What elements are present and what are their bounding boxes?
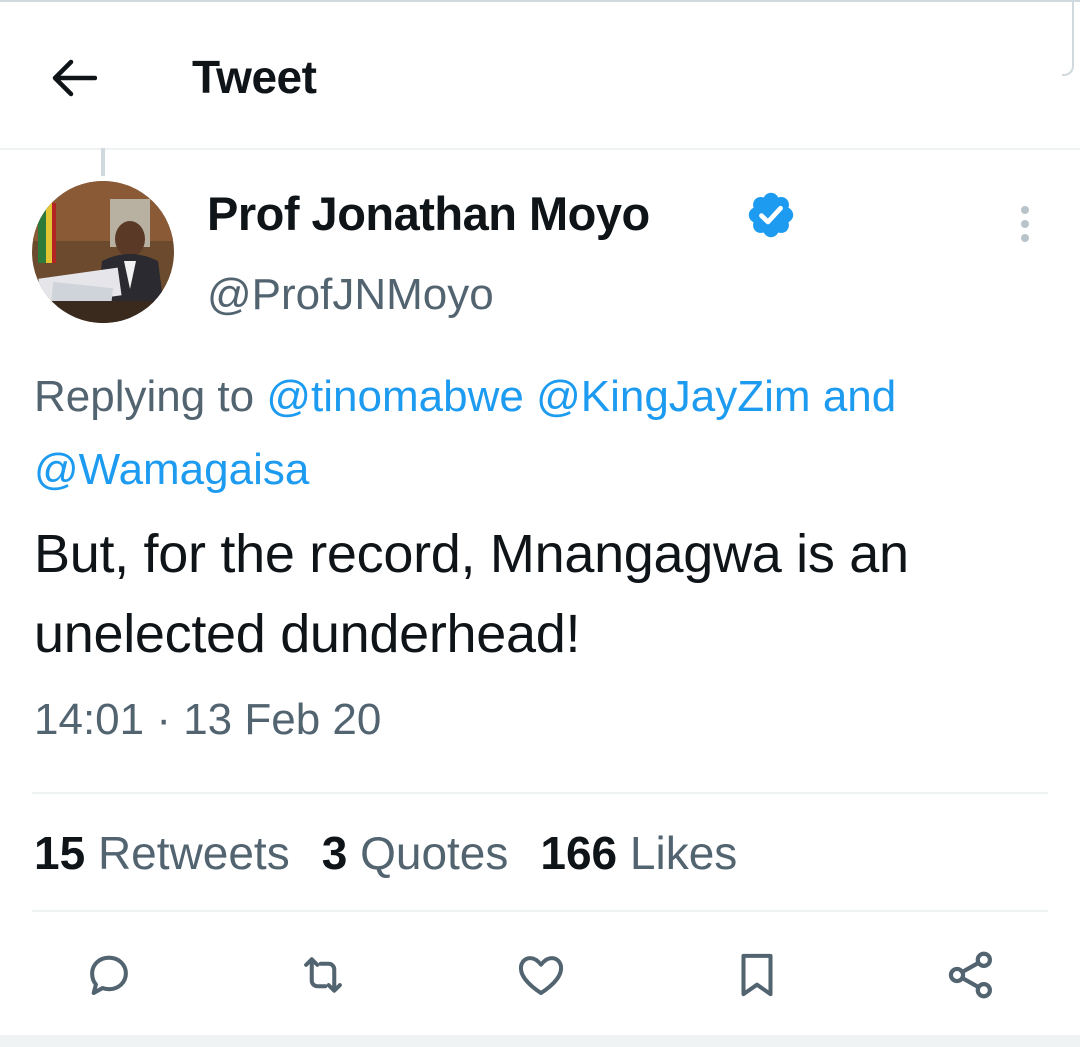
tweet-text: But, for the record, Mnangagwa is an une… — [34, 524, 909, 664]
retweets-label: Retweets — [97, 827, 290, 879]
page-title: Tweet — [192, 51, 317, 103]
mention-link-wamagaisa[interactable]: @Wamagaisa — [34, 445, 309, 494]
retweets-count: 15 — [34, 827, 86, 879]
author-handle[interactable]: @ProfJNMoyo — [207, 270, 494, 320]
bookmark-button[interactable] — [722, 940, 792, 1010]
reply-bubble-icon — [90, 955, 128, 996]
avatar-photo — [32, 181, 174, 323]
author-display-name[interactable]: Prof Jonathan Moyo — [207, 186, 650, 241]
reply-context-prefix: Replying to — [34, 372, 255, 421]
header-bar: Tweet — [0, 0, 1080, 150]
more-options-button[interactable] — [1000, 196, 1050, 252]
likes-label: Likes — [629, 827, 738, 879]
bottom-border — [0, 1035, 1080, 1047]
divider — [32, 792, 1048, 794]
retweet-button[interactable] — [288, 940, 358, 1010]
arrow-left-icon — [52, 59, 97, 97]
share-icon — [948, 951, 992, 999]
quotes-count: 3 — [321, 827, 348, 879]
back-button[interactable] — [44, 48, 104, 108]
retweet-icon — [304, 957, 342, 993]
tweet-timestamp[interactable]: 14:01 · 13 Feb 20 — [34, 695, 381, 745]
mention-link-tinomabwe[interactable]: @tinomabwe — [266, 372, 523, 421]
likes-count: 166 — [540, 827, 618, 879]
reply-button[interactable] — [74, 940, 144, 1010]
engagement-stats: 15 Retweets 3 Quotes 166 Likes — [34, 826, 769, 880]
thread-connector-line — [101, 148, 105, 176]
reply-context-joiner[interactable]: and — [823, 372, 896, 421]
share-button[interactable] — [936, 940, 1006, 1010]
bookmark-icon — [741, 953, 773, 997]
quotes-stat[interactable]: 3 Quotes — [322, 826, 509, 880]
heart-icon — [518, 956, 564, 996]
tweet-actions-bar — [0, 940, 1080, 1010]
more-vertical-icon — [1021, 206, 1029, 242]
avatar[interactable] — [32, 181, 174, 323]
retweets-stat[interactable]: 15 Retweets — [34, 826, 290, 880]
verified-badge-icon — [748, 192, 794, 238]
likes-stat[interactable]: 166 Likes — [540, 826, 737, 880]
reply-context: Replying to @tinomabwe @KingJayZim and @… — [34, 360, 1054, 506]
like-button[interactable] — [506, 940, 576, 1010]
divider — [32, 910, 1048, 912]
mention-link-kingjayzim[interactable]: @KingJayZim — [536, 372, 811, 421]
quotes-label: Quotes — [360, 827, 509, 879]
